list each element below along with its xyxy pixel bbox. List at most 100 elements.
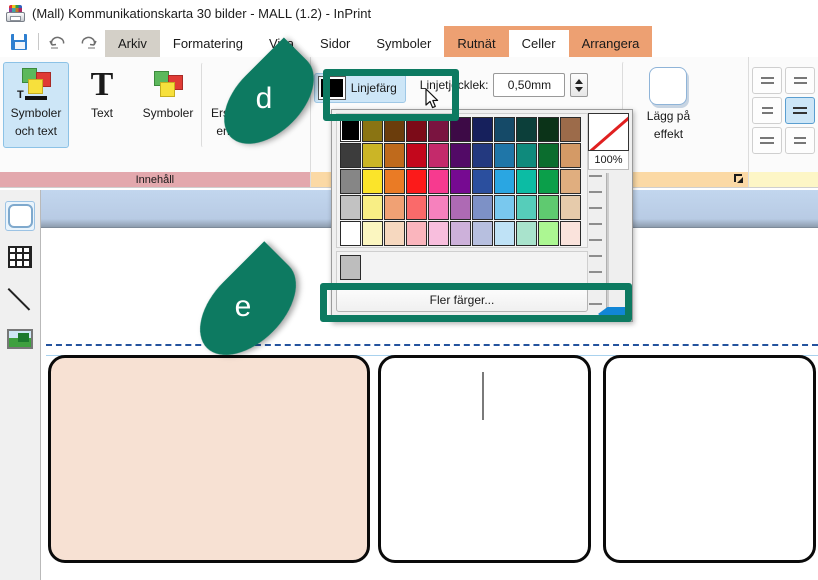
redo-button[interactable] — [75, 30, 101, 54]
grid-tool-button[interactable] — [5, 242, 35, 272]
color-swatch[interactable] — [538, 221, 559, 246]
color-swatch[interactable] — [494, 143, 515, 168]
color-swatch[interactable] — [406, 221, 427, 246]
color-swatch[interactable] — [406, 169, 427, 194]
color-swatch[interactable] — [450, 143, 471, 168]
title-bar: (Mall) Kommunikationskarta 30 bilder - M… — [0, 0, 818, 26]
color-swatch[interactable] — [340, 117, 361, 142]
color-swatch[interactable] — [384, 221, 405, 246]
color-swatch[interactable] — [560, 143, 581, 168]
color-swatch[interactable] — [362, 143, 383, 168]
color-swatch[interactable] — [340, 221, 361, 246]
color-swatch[interactable] — [472, 221, 493, 246]
color-swatch[interactable] — [516, 195, 537, 220]
line-width-input[interactable]: 0,50mm — [493, 73, 565, 97]
tab-rutnat[interactable]: Rutnät — [444, 30, 508, 57]
opacity-slider-thumb[interactable] — [598, 307, 626, 321]
callout-e: e — [190, 272, 306, 342]
color-swatch[interactable] — [560, 195, 581, 220]
symbols-button[interactable]: Symboler — [135, 62, 201, 148]
color-swatch[interactable] — [384, 143, 405, 168]
no-color-button[interactable] — [588, 113, 629, 151]
color-swatch[interactable] — [384, 195, 405, 220]
redo-icon — [78, 34, 98, 50]
line-color-dropdown[interactable]: Fler färger... 100% — [331, 109, 633, 322]
color-swatch[interactable] — [494, 117, 515, 142]
image-tool-button[interactable] — [5, 324, 35, 354]
tab-sidor[interactable]: Sidor — [307, 30, 363, 57]
canvas-cell[interactable] — [48, 355, 370, 563]
button-label-line1: Text — [91, 106, 113, 120]
color-swatch[interactable] — [516, 169, 537, 194]
canvas-cell[interactable] — [603, 355, 816, 563]
color-swatch[interactable] — [494, 195, 515, 220]
linjefarg-button[interactable]: Linjefärg — [314, 73, 406, 103]
lagg-pa-effekt-button[interactable]: Lägg på effekt — [622, 61, 714, 147]
color-swatch[interactable] — [560, 117, 581, 142]
color-swatch[interactable] — [362, 169, 383, 194]
color-swatch[interactable] — [362, 221, 383, 246]
color-swatch[interactable] — [362, 195, 383, 220]
color-swatch[interactable] — [450, 221, 471, 246]
color-swatch[interactable] — [494, 221, 515, 246]
line-width-stepper[interactable] — [570, 73, 588, 97]
recent-color-swatch[interactable] — [340, 255, 361, 280]
opacity-slider-track[interactable] — [606, 173, 609, 314]
color-swatch[interactable] — [450, 169, 471, 194]
color-swatch[interactable] — [428, 117, 449, 142]
toolbar-separator — [38, 33, 39, 50]
align-bottom-center-button[interactable] — [785, 127, 815, 154]
tab-formatering[interactable]: Formatering — [160, 30, 256, 57]
color-swatch[interactable] — [472, 169, 493, 194]
canvas-cell[interactable] — [378, 355, 591, 563]
color-swatch[interactable] — [494, 169, 515, 194]
text-button[interactable]: T Text — [69, 62, 135, 148]
fler-farger-button[interactable]: Fler färger... — [336, 288, 588, 312]
color-swatch[interactable] — [450, 195, 471, 220]
color-swatch[interactable] — [538, 169, 559, 194]
opacity-slider[interactable] — [588, 173, 629, 318]
tab-arrangera[interactable]: Arrangera — [569, 30, 653, 57]
line-tool-button[interactable] — [5, 283, 35, 313]
color-swatch[interactable] — [560, 169, 581, 194]
color-swatch[interactable] — [538, 143, 559, 168]
color-swatch[interactable] — [516, 221, 537, 246]
color-swatch[interactable] — [538, 195, 559, 220]
color-swatch[interactable] — [384, 169, 405, 194]
context-tabs: Rutnät Celler Arrangera — [444, 26, 652, 57]
color-swatch[interactable] — [516, 143, 537, 168]
color-swatch[interactable] — [428, 143, 449, 168]
color-swatch[interactable] — [406, 195, 427, 220]
color-swatch[interactable] — [340, 195, 361, 220]
tab-arkiv[interactable]: Arkiv — [105, 30, 160, 57]
frame-tool-button[interactable] — [5, 201, 35, 231]
tab-strip-filler — [652, 26, 818, 57]
color-swatch[interactable] — [516, 117, 537, 142]
color-swatch[interactable] — [384, 117, 405, 142]
color-swatch[interactable] — [472, 117, 493, 142]
symbols-and-text-button[interactable]: T Symboler och text — [3, 62, 69, 148]
color-swatch[interactable] — [538, 117, 559, 142]
color-swatch[interactable] — [428, 195, 449, 220]
tab-symboler[interactable]: Symboler — [363, 30, 444, 57]
color-swatch[interactable] — [406, 117, 427, 142]
align-middle-center-button[interactable] — [785, 97, 815, 124]
align-top-left-button[interactable] — [752, 67, 782, 94]
color-swatch[interactable] — [340, 169, 361, 194]
color-swatch[interactable] — [472, 143, 493, 168]
dialog-launcher[interactable] — [733, 173, 745, 185]
tab-celler[interactable]: Celler — [509, 30, 569, 57]
color-swatch[interactable] — [340, 143, 361, 168]
align-middle-left-button[interactable] — [752, 97, 782, 124]
color-swatch[interactable] — [362, 117, 383, 142]
align-bottom-left-button[interactable] — [752, 127, 782, 154]
color-swatch[interactable] — [450, 117, 471, 142]
color-swatch[interactable] — [560, 221, 581, 246]
color-swatch[interactable] — [428, 169, 449, 194]
color-swatch[interactable] — [406, 143, 427, 168]
undo-button[interactable] — [45, 30, 71, 54]
color-swatch[interactable] — [472, 195, 493, 220]
save-button[interactable] — [6, 30, 32, 54]
align-top-center-button[interactable] — [785, 67, 815, 94]
color-swatch[interactable] — [428, 221, 449, 246]
